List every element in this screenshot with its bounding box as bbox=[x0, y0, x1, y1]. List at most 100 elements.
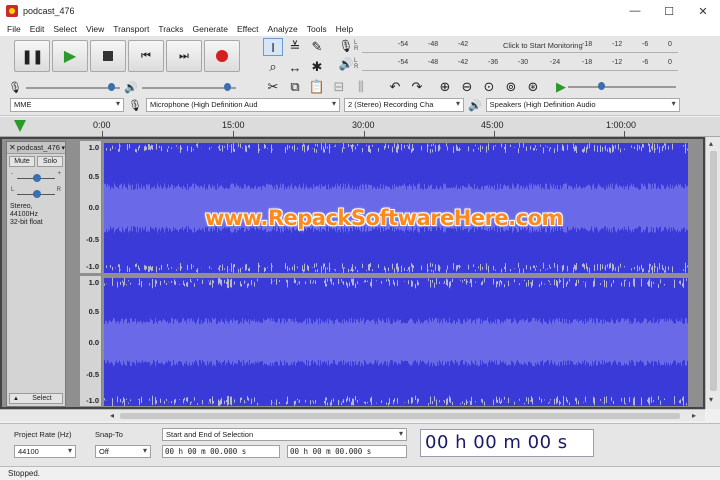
playback-meter-scale[interactable]: -54 -48 -42 -36 -30 -24 -18 -12 -6 0 bbox=[362, 57, 678, 71]
menu-tools[interactable]: Tools bbox=[304, 24, 333, 34]
silence-icon[interactable]: ⫼ bbox=[351, 78, 371, 96]
menu-generate[interactable]: Generate bbox=[190, 24, 234, 34]
skip-to-end-button[interactable]: ⏭ bbox=[166, 40, 202, 72]
playback-scale-tick: -24 bbox=[550, 59, 561, 66]
close-button[interactable]: ✕ bbox=[686, 0, 720, 22]
track-name-dropdown[interactable]: podcast_476 bbox=[17, 143, 61, 152]
menu-tracks[interactable]: Tracks bbox=[155, 24, 189, 34]
zoom-toggle-icon[interactable]: ⊛ bbox=[523, 78, 543, 96]
selection-mode-dropdown[interactable]: Start and End of Selection bbox=[162, 428, 407, 441]
selection-end-time[interactable]: 00 h 00 m 00.000 s bbox=[287, 445, 407, 458]
recording-channels-dropdown[interactable]: 2 (Stereo) Recording Cha bbox=[343, 98, 464, 112]
gain-slider[interactable]: - + bbox=[11, 171, 61, 185]
menu-select[interactable]: Select bbox=[50, 24, 83, 34]
audio-position-display[interactable]: 00 h 00 m 00 s bbox=[420, 429, 594, 457]
redo-icon[interactable]: ↷ bbox=[407, 78, 427, 96]
minimize-button[interactable]: — bbox=[618, 0, 652, 22]
playback-device-dropdown[interactable]: Speakers (High Definition Audio bbox=[485, 98, 680, 112]
undo-icon[interactable]: ↶ bbox=[385, 78, 405, 96]
slider-knob[interactable] bbox=[223, 83, 231, 91]
pan-slider[interactable]: L R bbox=[11, 187, 61, 201]
ruler-label: -1.0 bbox=[86, 396, 99, 405]
scroll-down-icon[interactable]: ▾ bbox=[709, 395, 713, 404]
maximize-button[interactable]: ☐ bbox=[652, 0, 686, 22]
slider-knob[interactable] bbox=[598, 82, 605, 90]
envelope-tool-icon[interactable]: ≚ bbox=[285, 38, 305, 56]
record-button[interactable] bbox=[204, 40, 240, 72]
recording-device-dropdown[interactable]: Microphone (High Definition Aud bbox=[145, 98, 340, 112]
ruler-label: 1.0 bbox=[88, 143, 99, 152]
window-title: podcast_476 bbox=[23, 6, 75, 16]
close-icon[interactable]: ✕ bbox=[9, 143, 17, 152]
menu-view[interactable]: View bbox=[83, 24, 110, 34]
right-channel-waveform[interactable] bbox=[104, 278, 688, 406]
slider-knob[interactable] bbox=[107, 83, 115, 91]
time-shift-tool-icon[interactable]: ↔ bbox=[285, 58, 305, 76]
timeline-label: 30:00 bbox=[352, 120, 375, 130]
selection-tool-icon[interactable]: I bbox=[263, 38, 283, 56]
microphone-icon: 🎙 bbox=[8, 81, 22, 94]
chevron-down-icon[interactable]: ▾ bbox=[61, 144, 65, 152]
record-meter[interactable]: 🎙 LR -54 -48 -42 Click to Start Monitori… bbox=[338, 38, 678, 54]
scroll-right-icon[interactable]: ▸ bbox=[692, 411, 696, 420]
pan-right-label: R bbox=[56, 187, 61, 193]
audio-host-dropdown[interactable]: MME bbox=[10, 98, 124, 112]
mixer-toolbar: 🎙 🔊 bbox=[8, 78, 258, 96]
timeline-ruler[interactable]: 0:00 15:00 30:00 45:00 1:00:00 bbox=[0, 117, 720, 137]
left-channel-ruler[interactable]: 1.0 0.5 0.0 -0.5 -1.0 bbox=[80, 141, 102, 273]
play-head-icon[interactable] bbox=[14, 120, 26, 132]
playback-meter[interactable]: 🔊 LR -54 -48 -42 -36 -30 -24 -18 -12 -6 … bbox=[338, 56, 678, 72]
recording-volume-slider[interactable] bbox=[25, 81, 120, 93]
menu-file[interactable]: File bbox=[4, 24, 27, 34]
menu-analyze[interactable]: Analyze bbox=[265, 24, 304, 34]
stop-button[interactable] bbox=[90, 40, 126, 72]
horizontal-scrollbar[interactable]: ◂ ▸ bbox=[0, 409, 705, 421]
play-button[interactable]: ▶ bbox=[52, 40, 88, 72]
slider-knob[interactable] bbox=[33, 174, 41, 182]
selection-toolbar: Project Rate (Hz) 44100 Snap-To Off Star… bbox=[0, 423, 720, 466]
track-header[interactable]: ✕ podcast_476 ▾ bbox=[7, 142, 65, 154]
paste-icon[interactable]: 📋 bbox=[307, 78, 327, 96]
play-at-speed-slider[interactable] bbox=[568, 80, 678, 94]
slider-knob[interactable] bbox=[33, 190, 41, 198]
menu-effect[interactable]: Effect bbox=[234, 24, 265, 34]
vertical-scrollbar[interactable]: ▴ ▾ bbox=[705, 137, 720, 409]
playback-scale-tick: -54 bbox=[398, 59, 409, 66]
scroll-up-icon[interactable]: ▴ bbox=[709, 139, 713, 148]
zoom-out-icon[interactable]: ⊖ bbox=[457, 78, 477, 96]
project-rate-dropdown[interactable]: 44100 bbox=[14, 445, 76, 458]
pause-button[interactable]: ❚❚ bbox=[14, 40, 50, 72]
menu-transport[interactable]: Transport bbox=[110, 24, 155, 34]
speed-slider[interactable] bbox=[568, 80, 676, 92]
slider-track bbox=[568, 86, 676, 88]
right-channel-ruler[interactable]: 1.0 0.5 0.0 -0.5 -1.0 bbox=[80, 276, 102, 406]
draw-tool-icon[interactable]: ✎ bbox=[307, 38, 327, 56]
fit-selection-icon[interactable]: ⊙ bbox=[479, 78, 499, 96]
mute-button[interactable]: Mute bbox=[9, 156, 35, 167]
record-meter-scale[interactable]: -54 -48 -42 Click to Start Monitoring -1… bbox=[362, 39, 678, 53]
selection-start-time[interactable]: 00 h 00 m 00.000 s bbox=[162, 445, 280, 458]
scroll-thumb[interactable] bbox=[120, 413, 680, 419]
collapse-icon[interactable]: ▲ bbox=[10, 394, 22, 403]
zoom-tool-icon[interactable]: ⌕ bbox=[263, 58, 283, 76]
snap-to-dropdown[interactable]: Off bbox=[95, 445, 151, 458]
skip-to-start-button[interactable]: ⏮ bbox=[128, 40, 164, 72]
trim-icon[interactable]: ⊟ bbox=[329, 78, 349, 96]
tools-toolbar: I ≚ ✎ ⌕ ↔ ✱ bbox=[263, 38, 329, 76]
menu-edit[interactable]: Edit bbox=[27, 24, 51, 34]
zoom-in-icon[interactable]: ⊕ bbox=[435, 78, 455, 96]
scroll-thumb[interactable] bbox=[710, 151, 717, 391]
playback-volume-slider[interactable] bbox=[141, 81, 236, 93]
start-monitoring-message[interactable]: Click to Start Monitoring bbox=[501, 41, 585, 50]
multi-tool-icon[interactable]: ✱ bbox=[307, 58, 327, 76]
track-select-button[interactable]: ▲ Select bbox=[9, 393, 63, 404]
track-area[interactable]: ✕ podcast_476 ▾ Mute Solo - + L R Stereo… bbox=[0, 137, 705, 409]
track-control-panel[interactable]: ✕ podcast_476 ▾ Mute Solo - + L R Stereo… bbox=[6, 141, 66, 407]
cut-icon[interactable]: ✂ bbox=[263, 78, 283, 96]
speaker-icon: 🔊 bbox=[338, 57, 354, 71]
fit-project-icon[interactable]: ⊚ bbox=[501, 78, 521, 96]
solo-button[interactable]: Solo bbox=[37, 156, 63, 167]
scroll-left-icon[interactable]: ◂ bbox=[110, 411, 114, 420]
menu-help[interactable]: Help bbox=[333, 24, 359, 34]
copy-icon[interactable]: ⧉ bbox=[285, 78, 305, 96]
